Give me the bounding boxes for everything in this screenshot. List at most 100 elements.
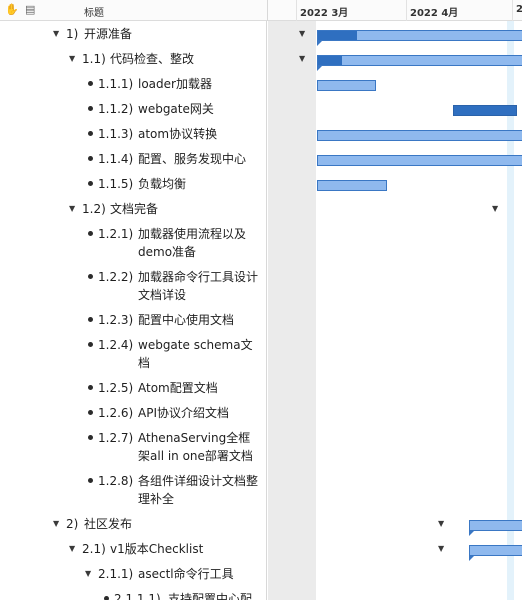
row-title[interactable]: atom协议转换 xyxy=(138,125,258,143)
row-number: 1.2.3) xyxy=(98,313,134,327)
gantt-chart: ▼ ▼ ▼ ▼ ▼ xyxy=(268,21,522,600)
outline-row[interactable]: 1.1.1) loader加载器 xyxy=(0,73,266,98)
row-title[interactable]: 支持配置中心配置 xyxy=(168,590,258,600)
row-number: 2) xyxy=(66,517,79,531)
outline-row[interactable]: 1.2.7) AthenaServing全框架all in one部署文档 xyxy=(0,427,266,470)
row-title[interactable]: 各组件详细设计文档整理补全 xyxy=(138,472,258,508)
outline-row[interactable]: 1.2.6) API协议介绍文档 xyxy=(0,402,266,427)
disclosure-triangle-icon[interactable]: ▼ xyxy=(53,519,59,529)
outline-row[interactable]: 1.1.4) 配置、服务发现中心 xyxy=(0,148,266,173)
outline-row[interactable]: 1.2.3) 配置中心使用文档 xyxy=(0,309,266,334)
row-title[interactable]: asectl命令行工具 xyxy=(138,565,258,583)
column-header: ✋ ▤ 标题 2022 3月 2022 4月 2 xyxy=(0,0,522,21)
outline-row[interactable]: ▼ 1.1) 代码检查、整改 xyxy=(0,48,266,73)
outline-row[interactable]: ▼ 2) 社区发布 xyxy=(0,513,266,538)
task-bar[interactable] xyxy=(317,130,522,141)
disclosure-triangle-icon[interactable]: ▼ xyxy=(53,29,59,39)
month-separator xyxy=(406,0,407,21)
task-bar[interactable] xyxy=(317,180,388,191)
disclosure-triangle-icon[interactable]: ▼ xyxy=(85,569,91,579)
row-title[interactable]: 文档完备 xyxy=(110,200,258,218)
outline-row[interactable]: ▼ 2.1.1) asectl命令行工具 xyxy=(0,563,266,588)
row-title[interactable]: 代码检查、整改 xyxy=(110,50,258,68)
row-title[interactable]: loader加载器 xyxy=(138,75,258,93)
bullet-icon xyxy=(88,342,93,347)
bullet-icon xyxy=(88,410,93,415)
progress-fill xyxy=(318,31,357,40)
hand-icon[interactable]: ✋ xyxy=(5,3,19,17)
row-number: 1.1.5) xyxy=(98,177,134,191)
row-number: 1.2.6) xyxy=(98,406,134,420)
row-title[interactable]: 加载器使用流程以及demo准备 xyxy=(138,225,258,261)
outline-row[interactable]: 1.2.5) Atom配置文档 xyxy=(0,377,266,402)
summary-collapse-icon[interactable]: ▼ xyxy=(299,29,305,39)
summary-bar[interactable] xyxy=(468,520,522,536)
outline-row[interactable]: 1.1.5) 负载均衡 xyxy=(0,173,266,198)
outline-row[interactable]: 1.2.1) 加载器使用流程以及demo准备 xyxy=(0,223,266,266)
row-number: 1.2.8) xyxy=(98,474,134,488)
outline-row[interactable]: 2.1.1.1) 支持配置中心配置 xyxy=(0,588,266,600)
document-icon[interactable]: ▤ xyxy=(25,3,35,17)
outline-row[interactable]: ▼ 2.1) v1版本Checklist xyxy=(0,538,266,563)
row-title[interactable]: 开源准备 xyxy=(84,25,258,43)
bullet-icon xyxy=(88,156,93,161)
summary-collapse-icon[interactable]: ▼ xyxy=(438,519,444,529)
summary-collapse-icon[interactable]: ▼ xyxy=(299,54,305,64)
row-number: 2.1.1) xyxy=(98,567,134,581)
row-title[interactable]: webgate schema文档 xyxy=(138,336,258,372)
bullet-icon xyxy=(104,596,109,600)
task-bar[interactable] xyxy=(317,155,522,166)
row-number: 1) xyxy=(66,27,79,41)
outline-row[interactable]: 1.2.4) webgate schema文档 xyxy=(0,334,266,377)
outline-row[interactable]: ▼ 1.2) 文档完备 xyxy=(0,198,266,223)
row-title[interactable]: API协议介绍文档 xyxy=(138,404,258,422)
row-number: 1.2.1) xyxy=(98,227,134,241)
summary-bar[interactable] xyxy=(317,30,522,46)
disclosure-triangle-icon[interactable]: ▼ xyxy=(69,544,75,554)
row-title[interactable]: webgate网关 xyxy=(138,100,258,118)
disclosure-triangle-icon[interactable]: ▼ xyxy=(69,204,75,214)
month-label-next: 2 xyxy=(516,4,522,15)
summary-collapse-icon[interactable]: ▼ xyxy=(492,204,498,214)
summary-bar[interactable] xyxy=(468,545,522,561)
bullet-icon xyxy=(88,385,93,390)
row-number: 1.2.4) xyxy=(98,338,134,352)
row-title[interactable]: Atom配置文档 xyxy=(138,379,258,397)
month-separator xyxy=(296,0,297,21)
disclosure-triangle-icon[interactable]: ▼ xyxy=(69,54,75,64)
bullet-icon xyxy=(88,435,93,440)
month-label-march: 2022 3月 xyxy=(300,8,349,19)
row-number: 1.2.5) xyxy=(98,381,134,395)
bullet-icon xyxy=(88,274,93,279)
row-number: 1.1.2) xyxy=(98,102,134,116)
row-number: 1.2.7) xyxy=(98,431,134,445)
task-bar[interactable] xyxy=(317,80,377,91)
nonworking-shade xyxy=(268,21,316,600)
row-title[interactable]: 负载均衡 xyxy=(138,175,258,193)
title-column-header[interactable]: 标题 xyxy=(84,4,104,19)
bullet-icon xyxy=(88,131,93,136)
bullet-icon xyxy=(88,81,93,86)
outline-row[interactable]: 1.2.2) 加载器命令行工具设计文档详设 xyxy=(0,266,266,309)
outline-row[interactable]: 1.2.8) 各组件详细设计文档整理补全 xyxy=(0,470,266,513)
row-title[interactable]: 社区发布 xyxy=(84,515,258,533)
row-title[interactable]: v1版本Checklist xyxy=(110,540,258,558)
summary-bar[interactable] xyxy=(317,55,522,71)
row-title[interactable]: 加载器命令行工具设计文档详设 xyxy=(138,268,258,304)
task-bar[interactable] xyxy=(453,105,518,116)
outline-row[interactable]: 1.1.2) webgate网关 xyxy=(0,98,266,123)
bullet-icon xyxy=(88,317,93,322)
column-divider[interactable] xyxy=(267,0,268,21)
summary-collapse-icon[interactable]: ▼ xyxy=(438,544,444,554)
row-title[interactable]: 配置、服务发现中心 xyxy=(138,150,258,168)
outline-row[interactable]: ▼ 1) 开源准备 xyxy=(0,23,266,48)
progress-fill xyxy=(318,56,343,65)
bullet-icon xyxy=(88,478,93,483)
row-title[interactable]: 配置中心使用文档 xyxy=(138,311,258,329)
outline-row[interactable]: 1.1.3) atom协议转换 xyxy=(0,123,266,148)
bullet-icon xyxy=(88,231,93,236)
row-title[interactable]: AthenaServing全框架all in one部署文档 xyxy=(138,429,258,465)
gantt-app: ✋ ▤ 标题 2022 3月 2022 4月 2 ▼ 1) 开源准备 ▼ 1.1) 代码检… xyxy=(0,0,522,600)
row-number: 1.2) xyxy=(82,202,106,216)
row-number: 1.1) xyxy=(82,52,106,66)
